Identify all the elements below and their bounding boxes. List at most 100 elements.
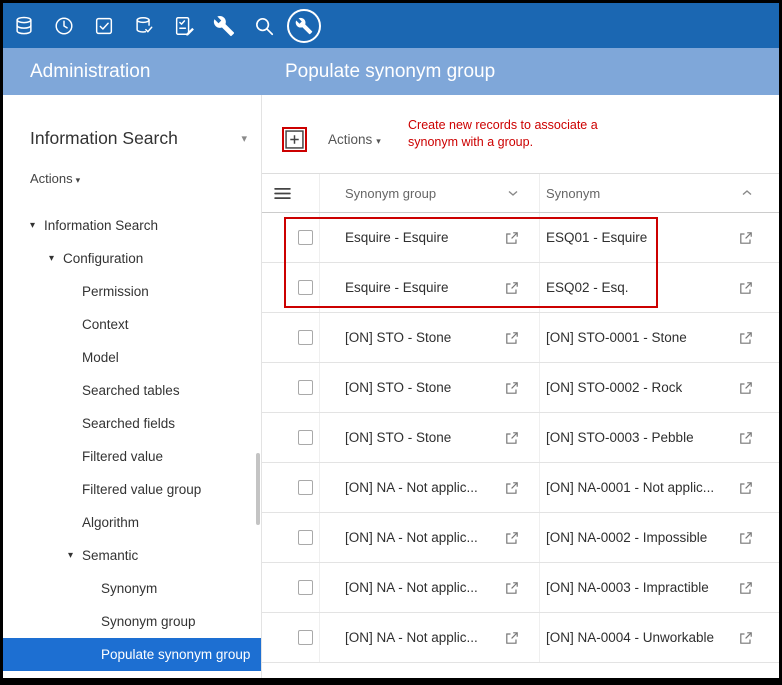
sidebar-item-information-search[interactable]: ▾ Information Search (3, 209, 261, 242)
menu-icon[interactable] (274, 187, 291, 200)
column-label: Synonym group (345, 186, 436, 201)
row-checkbox[interactable] (298, 430, 313, 445)
synonym-group-value: [ON] NA - Not applic... (345, 480, 478, 495)
clock-icon[interactable] (44, 3, 84, 48)
row-checkbox[interactable] (298, 230, 313, 245)
checkbox-cell (262, 513, 320, 562)
chevron-down-icon[interactable]: ▾ (241, 132, 247, 145)
active-wrench-icon[interactable] (284, 3, 324, 48)
sidebar-item-label: Semantic (82, 548, 138, 563)
sidebar-item-populate-synonym-group[interactable]: Populate synonym group (3, 638, 261, 671)
new-record-button[interactable] (285, 130, 304, 149)
open-record-icon[interactable] (731, 281, 753, 295)
checkbox-cell (262, 363, 320, 412)
synonym-group-cell: [ON] NA - Not applic... (320, 513, 540, 562)
database-icon[interactable] (4, 3, 44, 48)
checkbox-cell (262, 463, 320, 512)
open-record-icon[interactable] (731, 631, 753, 645)
column-label: Synonym (546, 186, 600, 201)
sidebar-item-configuration[interactable]: ▾ Configuration (3, 242, 261, 275)
row-checkbox[interactable] (298, 480, 313, 495)
row-checkbox[interactable] (298, 530, 313, 545)
column-header-synonym[interactable]: Synonym (540, 174, 779, 212)
row-checkbox[interactable] (298, 330, 313, 345)
open-record-icon[interactable] (731, 381, 753, 395)
open-record-icon[interactable] (497, 431, 519, 445)
sidebar-actions-dropdown[interactable]: Actions▾ (30, 171, 261, 191)
sidebar-item-model[interactable]: Model (3, 341, 261, 374)
sidebar-item-searched-tables[interactable]: Searched tables (3, 374, 261, 407)
table-menu-cell (262, 174, 320, 212)
row-checkbox[interactable] (298, 380, 313, 395)
open-record-icon[interactable] (731, 481, 753, 495)
search-icon[interactable] (244, 3, 284, 48)
open-record-icon[interactable] (497, 381, 519, 395)
sidebar-item-synonym-group[interactable]: Synonym group (3, 605, 261, 638)
sidebar-item-label: Filtered value (82, 449, 163, 464)
sidebar-item-label: Synonym group (101, 614, 196, 629)
sidebar-item-searched-fields[interactable]: Searched fields (3, 407, 261, 440)
sidebar-item-label: Populate synonym group (101, 647, 250, 662)
sidebar-item-label: Searched tables (82, 383, 180, 398)
database-check-icon[interactable] (124, 3, 164, 48)
open-record-icon[interactable] (497, 531, 519, 545)
open-record-icon[interactable] (497, 231, 519, 245)
sidebar-item-synonym[interactable]: Synonym (3, 572, 261, 605)
form-edit-icon[interactable] (164, 3, 204, 48)
open-record-icon[interactable] (497, 581, 519, 595)
tree-caret-down-icon[interactable]: ▾ (68, 550, 82, 561)
open-record-icon[interactable] (497, 631, 519, 645)
checkbox-cell (262, 313, 320, 362)
sidebar-item-label: Filtered value group (82, 482, 201, 497)
wrench-icon[interactable] (204, 3, 244, 48)
sidebar-scrollbar[interactable] (256, 453, 260, 525)
table-row: [ON] STO - Stone [ON] STO-0001 - Stone (262, 313, 779, 363)
sidebar-item-permission[interactable]: Permission (3, 275, 261, 308)
table-row: [ON] STO - Stone [ON] STO-0002 - Rock (262, 363, 779, 413)
open-record-icon[interactable] (731, 581, 753, 595)
sort-chevron-down-icon[interactable] (507, 189, 519, 197)
sidebar-title-row: Information Search ▾ (30, 125, 247, 151)
open-record-icon[interactable] (731, 231, 753, 245)
module-title: Administration (3, 61, 262, 83)
row-checkbox[interactable] (298, 580, 313, 595)
synonym-group-cell: [ON] STO - Stone (320, 363, 540, 412)
open-record-icon[interactable] (497, 481, 519, 495)
synonym-group-cell: [ON] STO - Stone (320, 413, 540, 462)
active-icon-ring (287, 9, 321, 43)
synonym-group-cell: [ON] NA - Not applic... (320, 613, 540, 662)
main-panel: Actions▾ Create new records to associate… (262, 95, 779, 678)
open-record-icon[interactable] (497, 331, 519, 345)
open-record-icon[interactable] (731, 431, 753, 445)
synonym-group-value: [ON] STO - Stone (345, 380, 451, 395)
sort-chevron-up-icon[interactable] (741, 189, 753, 197)
sidebar-actions-label: Actions (30, 171, 73, 186)
tree-caret-down-icon[interactable]: ▾ (30, 220, 44, 231)
action-bar: Actions▾ Create new records to associate… (262, 95, 779, 173)
row-checkbox[interactable] (298, 630, 313, 645)
actions-dropdown[interactable]: Actions▾ (328, 132, 381, 147)
synonym-group-value: Esquire - Esquire (345, 280, 449, 295)
sidebar-title: Information Search (30, 128, 178, 149)
checkbox-icon[interactable] (84, 3, 124, 48)
checkbox-cell (262, 263, 320, 312)
sidebar-item-filtered-value[interactable]: Filtered value (3, 440, 261, 473)
sidebar-item-label: Searched fields (82, 416, 175, 431)
row-checkbox[interactable] (298, 280, 313, 295)
sidebar-item-filtered-value-group[interactable]: Filtered value group (3, 473, 261, 506)
sidebar-item-label: Permission (82, 284, 149, 299)
synonym-cell: [ON] STO-0001 - Stone (540, 313, 779, 362)
sidebar-item-algorithm[interactable]: Algorithm (3, 506, 261, 539)
tree-caret-down-icon[interactable]: ▾ (49, 253, 63, 264)
open-record-icon[interactable] (497, 281, 519, 295)
synonym-cell: [ON] NA-0002 - Impossible (540, 513, 779, 562)
synonym-value: [ON] STO-0001 - Stone (546, 330, 687, 345)
checkbox-cell (262, 413, 320, 462)
column-header-synonym-group[interactable]: Synonym group (320, 174, 540, 212)
open-record-icon[interactable] (731, 331, 753, 345)
synonym-group-cell: [ON] NA - Not applic... (320, 463, 540, 512)
sidebar-tree: ▾ Information Search ▾ Configuration Per… (3, 209, 261, 671)
open-record-icon[interactable] (731, 531, 753, 545)
sidebar-item-context[interactable]: Context (3, 308, 261, 341)
sidebar-item-semantic[interactable]: ▾ Semantic (3, 539, 261, 572)
